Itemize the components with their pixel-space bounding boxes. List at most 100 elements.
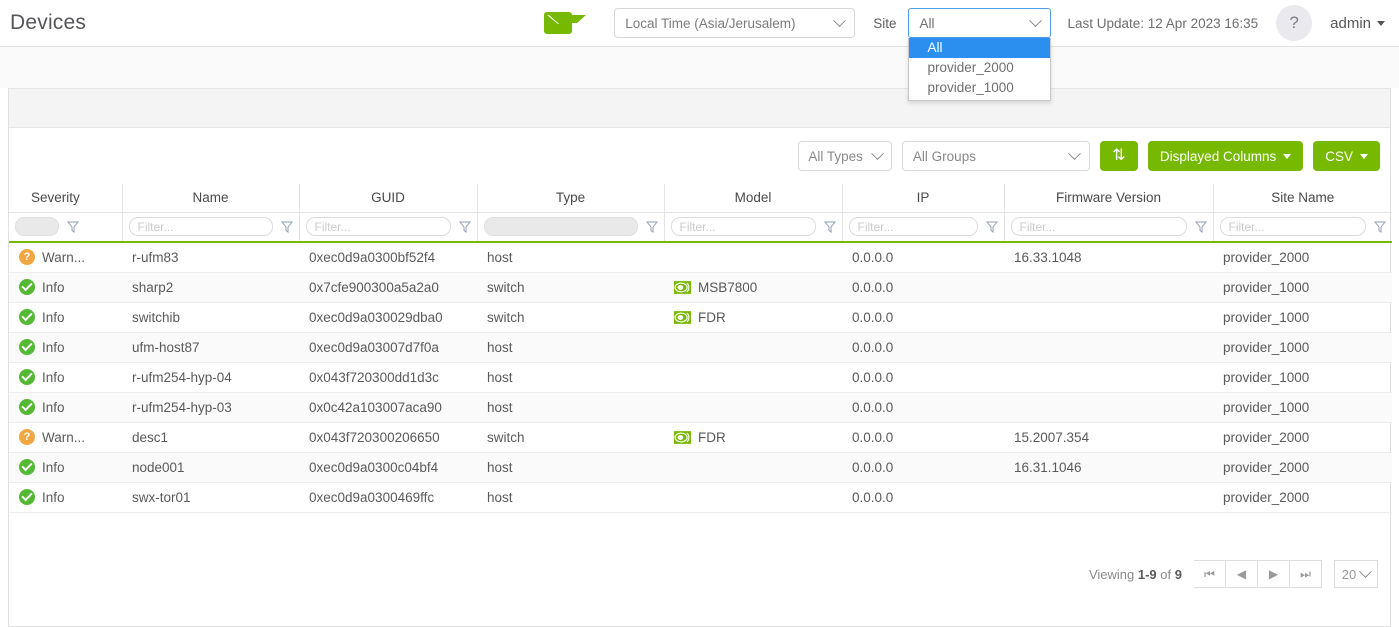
filter-input-type[interactable]: [484, 217, 638, 236]
cell-site-name[interactable]: provider_2000: [1213, 422, 1392, 452]
funnel-icon[interactable]: [986, 221, 998, 233]
column-header-firmware-version[interactable]: Firmware Version: [1004, 184, 1213, 212]
funnel-icon[interactable]: [1195, 221, 1207, 233]
first-page-icon: ⏮: [1204, 567, 1215, 582]
devices-table: Severity Name GUID Type Model IP Firmwar…: [9, 184, 1392, 513]
table-row[interactable]: ?Warn...r-ufm830xec0d9a0300bf52f4host0.0…: [9, 242, 1392, 272]
cell-site-name[interactable]: provider_2000: [1213, 242, 1392, 272]
mail-icon[interactable]: [544, 12, 572, 34]
severity-info-icon: [19, 459, 35, 475]
cell-type: switch: [477, 272, 664, 302]
filter-input-model[interactable]: [671, 217, 816, 236]
first-page-button[interactable]: ⏮: [1194, 560, 1226, 588]
severity-info-icon: [19, 369, 35, 385]
table-body: ?Warn...r-ufm830xec0d9a0300bf52f4host0.0…: [9, 242, 1392, 512]
table-row[interactable]: Infoufm-host870xec0d9a03007d7f0ahost0.0.…: [9, 332, 1392, 362]
cell-severity: Info: [9, 302, 122, 332]
filter-input-ip[interactable]: [849, 217, 978, 236]
help-button[interactable]: ?: [1276, 5, 1312, 41]
site-option-provider-1000[interactable]: provider_1000: [909, 78, 1050, 98]
funnel-icon[interactable]: [281, 221, 293, 233]
cell-site-name[interactable]: provider_1000: [1213, 362, 1392, 392]
funnel-icon[interactable]: [646, 221, 658, 233]
cell-severity-text: Info: [42, 490, 65, 505]
cell-type: host: [477, 452, 664, 482]
csv-button[interactable]: CSV: [1313, 141, 1380, 171]
column-header-type[interactable]: Type: [477, 184, 664, 212]
cell-severity-text: Warn...: [42, 430, 85, 445]
site-option-all[interactable]: All: [909, 38, 1050, 58]
prev-page-button[interactable]: ◀: [1226, 560, 1258, 588]
cell-site-name[interactable]: provider_1000: [1213, 302, 1392, 332]
cell-site-name[interactable]: provider_1000: [1213, 272, 1392, 302]
next-page-button[interactable]: ▶: [1258, 560, 1290, 588]
refresh-icon: ⇅: [1112, 148, 1125, 164]
cell-site-name[interactable]: provider_2000: [1213, 452, 1392, 482]
table-row[interactable]: Infoswx-tor010xec0d9a0300469ffchost0.0.0…: [9, 482, 1392, 512]
displayed-columns-label: Displayed Columns: [1160, 149, 1276, 164]
column-header-ip[interactable]: IP: [842, 184, 1004, 212]
cell-model: FDR: [664, 422, 842, 452]
chevron-down-icon: [833, 14, 846, 27]
funnel-icon[interactable]: [824, 221, 836, 233]
site-select[interactable]: All: [908, 8, 1051, 38]
filter-input-guid[interactable]: [306, 217, 451, 236]
table-row[interactable]: ?Warn...desc10x043f720300206650switchFDR…: [9, 422, 1392, 452]
column-header-guid[interactable]: GUID: [299, 184, 477, 212]
cell-firmware: [1004, 332, 1213, 362]
funnel-icon[interactable]: [1374, 221, 1386, 233]
cell-firmware: 16.33.1048: [1004, 242, 1213, 272]
table-row[interactable]: Infonode0010xec0d9a0300c04bf4host0.0.0.0…: [9, 452, 1392, 482]
column-header-model[interactable]: Model: [664, 184, 842, 212]
user-menu-label: admin: [1330, 15, 1371, 32]
column-header-site-name[interactable]: Site Name: [1213, 184, 1392, 212]
severity-info-icon: [19, 279, 35, 295]
filter-input-site-name[interactable]: [1220, 217, 1367, 236]
refresh-button[interactable]: ⇅: [1100, 141, 1138, 171]
site-label: Site: [873, 16, 896, 31]
cell-type: host: [477, 332, 664, 362]
cell-guid: 0xec0d9a030029dba0: [299, 302, 477, 332]
cell-guid: 0x043f720300206650: [299, 422, 477, 452]
displayed-columns-button[interactable]: Displayed Columns: [1148, 141, 1303, 171]
cell-severity-text: Info: [42, 370, 65, 385]
filter-input-name[interactable]: [129, 217, 273, 236]
cell-severity-text: Info: [42, 310, 65, 325]
funnel-icon[interactable]: [67, 221, 79, 233]
funnel-icon[interactable]: [459, 221, 471, 233]
table-row[interactable]: Infor-ufm254-hyp-030x0c42a103007aca90hos…: [9, 392, 1392, 422]
user-menu[interactable]: admin: [1330, 15, 1385, 32]
all-groups-select[interactable]: All Groups: [902, 141, 1090, 171]
column-header-severity[interactable]: Severity: [9, 184, 122, 212]
filter-cell-type: [477, 212, 664, 242]
cell-site-name[interactable]: provider_1000: [1213, 332, 1392, 362]
filter-input-firmware-version[interactable]: [1011, 217, 1187, 236]
column-header-name[interactable]: Name: [122, 184, 299, 212]
table-row[interactable]: Infor-ufm254-hyp-040x043f720300dd1d3chos…: [9, 362, 1392, 392]
filter-cell-ip: [842, 212, 1004, 242]
cell-type: host: [477, 242, 664, 272]
chevron-down-icon: [1360, 154, 1368, 159]
table-row[interactable]: Infoswitchib0xec0d9a030029dba0switchFDR0…: [9, 302, 1392, 332]
filter-cell-name: [122, 212, 299, 242]
next-page-icon: ▶: [1269, 567, 1278, 581]
cell-site-name[interactable]: provider_1000: [1213, 392, 1392, 422]
all-types-select[interactable]: All Types: [798, 141, 892, 171]
last-page-icon: ⏭: [1300, 567, 1311, 582]
panel-header-strip: [9, 88, 1390, 128]
last-page-button[interactable]: ⏭: [1290, 560, 1322, 588]
cell-guid: 0xec0d9a0300c04bf4: [299, 452, 477, 482]
cell-firmware: [1004, 362, 1213, 392]
timezone-select[interactable]: Local Time (Asia/Jerusalem): [614, 8, 855, 38]
cell-site-name[interactable]: provider_2000: [1213, 482, 1392, 512]
severity-info-icon: [19, 399, 35, 415]
all-types-label: All Types: [808, 149, 863, 164]
pagination-range: 1-9: [1138, 567, 1157, 582]
site-option-provider-2000[interactable]: provider_2000: [909, 58, 1050, 78]
filter-input-severity[interactable]: [15, 217, 59, 236]
cell-firmware: 16.31.1046: [1004, 452, 1213, 482]
cell-model: [664, 452, 842, 482]
table-header-row: Severity Name GUID Type Model IP Firmwar…: [9, 184, 1392, 212]
table-row[interactable]: Infosharp20x7cfe900300a5a2a0switchMSB780…: [9, 272, 1392, 302]
page-size-select[interactable]: 20: [1334, 560, 1378, 588]
